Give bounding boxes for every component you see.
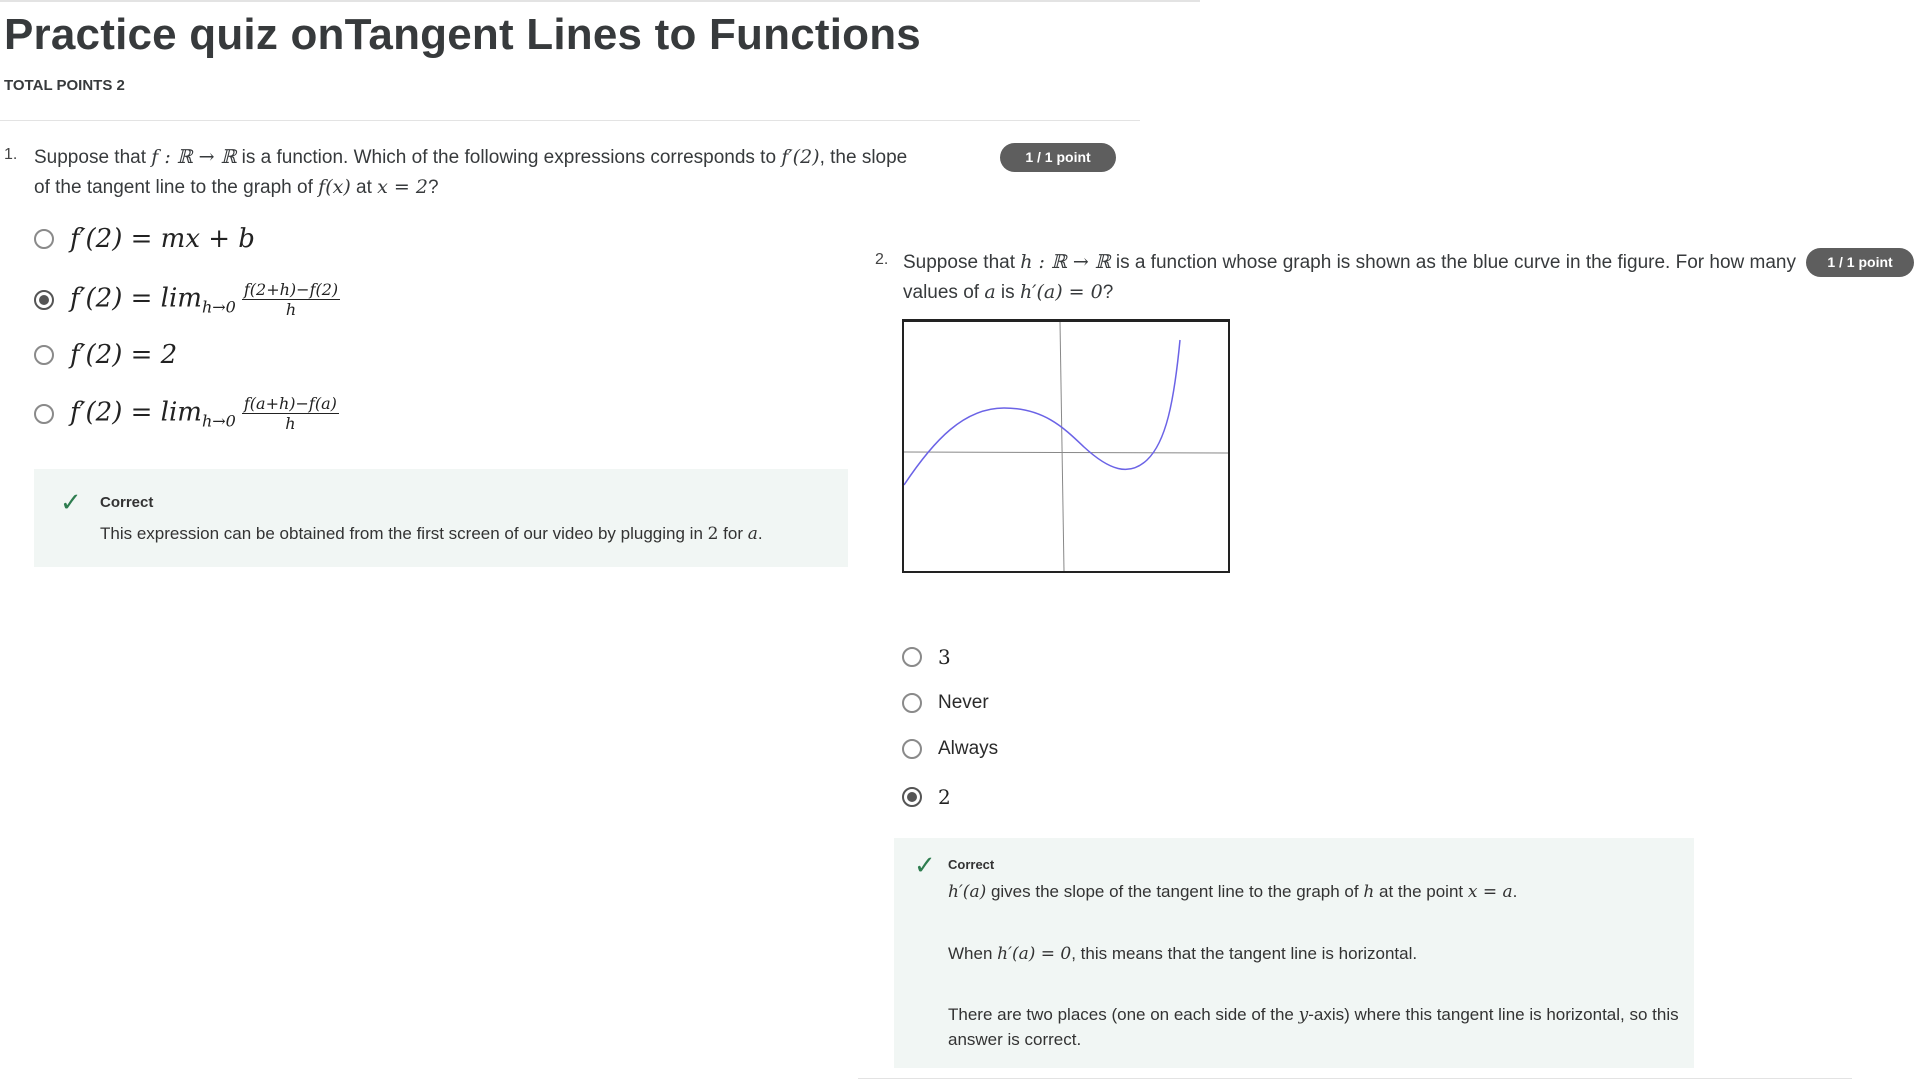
q2-text: ? xyxy=(1102,282,1114,303)
graph-svg xyxy=(903,321,1229,572)
top-divider xyxy=(0,0,1200,2)
feedback-math: 2 xyxy=(707,524,719,544)
feedback-text: for xyxy=(718,524,748,543)
fraction-denominator: h xyxy=(285,300,297,319)
q2-text: Suppose that xyxy=(903,252,1021,273)
q2-text: values of xyxy=(903,282,985,303)
q1-option-4[interactable]: f′(2) = limh→0 f(a+h)−f(a) h xyxy=(34,394,339,433)
option-lhs: f′(2) = lim xyxy=(70,283,202,314)
function-curve xyxy=(903,339,1181,486)
radio-button[interactable] xyxy=(902,739,922,759)
q1-option-3-label: f′(2) = 2 xyxy=(70,340,178,370)
radio-button-selected[interactable] xyxy=(902,787,922,807)
radio-button[interactable] xyxy=(902,647,922,667)
q2-option-2-label: Never xyxy=(938,692,989,713)
feedback-text: There are two places (one on each side o… xyxy=(948,1005,1299,1024)
checkmark-icon: ✓ xyxy=(60,487,82,517)
q2-text-line2: values of a is h′(a) = 0? xyxy=(903,277,1113,308)
q2-option-4-label: 2 xyxy=(938,785,951,809)
q1-text: Suppose that xyxy=(34,147,152,168)
q1-option-2[interactable]: f′(2) = limh→0 f(2+h)−f(2) h xyxy=(34,280,341,319)
q1-points-badge: 1 / 1 point xyxy=(1000,143,1116,172)
feedback-math: a xyxy=(747,524,758,544)
q2-feedback-p3-line1: There are two places (one on each side o… xyxy=(948,1003,1679,1027)
option-lhs: f′(2) = lim xyxy=(70,397,202,428)
q1-text-line1: Suppose that f : ℝ → ℝ is a function. Wh… xyxy=(34,142,994,173)
q2-math-h: h : ℝ → ℝ xyxy=(1020,251,1111,273)
q2-text-line1: Suppose that h : ℝ → ℝ is a function who… xyxy=(903,247,1796,278)
q1-option-3[interactable]: f′(2) = 2 xyxy=(34,340,177,370)
q2-feedback-p1: h′(a) gives the slope of the tangent lin… xyxy=(948,880,1517,904)
limit-subscript: h→0 xyxy=(201,411,236,431)
q1-math-x2: x = 2 xyxy=(377,176,428,198)
q2-option-1-label: 3 xyxy=(938,645,951,669)
q1-option-4-label: f′(2) = limh→0 f(a+h)−f(a) h xyxy=(70,394,339,433)
feedback-math: h xyxy=(1363,882,1375,902)
checkmark-icon: ✓ xyxy=(914,850,936,880)
fraction-numerator: f(2+h)−f(2) xyxy=(241,280,341,300)
q1-number: 1. xyxy=(4,146,18,163)
q1-text: , the slope xyxy=(819,147,908,168)
q1-feedback: ✓ Correct This expression can be obtaine… xyxy=(34,469,848,567)
q2-feedback-p3-line2: answer is correct. xyxy=(948,1030,1082,1049)
q2-option-1[interactable]: 3 xyxy=(902,645,951,669)
q2-feedback-title: Correct xyxy=(948,857,995,872)
feedback-math: h′(a) = 0 xyxy=(997,944,1072,964)
q2-points-badge: 1 / 1 point xyxy=(1806,248,1914,277)
q2-text: is a function whose graph is shown as th… xyxy=(1110,252,1796,273)
limit-subscript: h→0 xyxy=(201,297,236,317)
q2-option-2[interactable]: Never xyxy=(902,692,989,714)
feedback-text: at the point xyxy=(1374,882,1468,901)
feedback-math: y xyxy=(1298,1005,1309,1025)
q1-math-fx: f(x) xyxy=(318,176,351,198)
q2-option-3[interactable]: Always xyxy=(902,738,998,760)
q2-math-hpa: h′(a) = 0 xyxy=(1019,281,1103,303)
radio-button[interactable] xyxy=(34,229,54,249)
radio-button[interactable] xyxy=(34,345,54,365)
q1-feedback-title: Correct xyxy=(100,494,154,511)
q1-text: is a function. Which of the following ex… xyxy=(236,147,782,168)
feedback-math: h′(a) xyxy=(948,882,987,902)
q2-option-3-label: Always xyxy=(938,738,999,759)
q1-math-fp2: f′(2) xyxy=(781,146,820,168)
q1-text: of the tangent line to the graph of xyxy=(34,177,319,198)
feedback-text: This expression can be obtained from the… xyxy=(100,524,708,543)
header-divider xyxy=(0,120,1140,121)
feedback-text: . xyxy=(757,524,763,543)
radio-button-selected[interactable] xyxy=(34,289,54,310)
q2-feedback-p2: When h′(a) = 0, this means that the tang… xyxy=(948,942,1417,966)
total-points: TOTAL POINTS 2 xyxy=(4,77,125,94)
fraction-denominator: h xyxy=(285,414,296,433)
feedback-text: -axis) where this tangent line is horizo… xyxy=(1308,1005,1679,1024)
q1-feedback-text: This expression can be obtained from the… xyxy=(100,522,763,546)
feedback-text: gives the slope of the tangent line to t… xyxy=(986,882,1364,901)
q2-function-graph xyxy=(902,319,1230,573)
radio-button[interactable] xyxy=(34,403,54,424)
feedback-math: x = a xyxy=(1467,882,1513,902)
fraction-numerator: f(a+h)−f(a) xyxy=(241,394,339,414)
feedback-text: , this means that the tangent line is ho… xyxy=(1071,944,1418,963)
q2-text: is xyxy=(995,282,1020,303)
q1-text-line2: of the tangent line to the graph of f(x)… xyxy=(34,172,439,203)
q2-number: 2. xyxy=(875,251,889,268)
q2-option-4[interactable]: 2 xyxy=(902,785,951,809)
q1-option-1-label: f′(2) = mx + b xyxy=(70,224,255,254)
x-axis xyxy=(903,451,1229,454)
feedback-text: When xyxy=(948,944,998,963)
q2-math-a: a xyxy=(984,281,996,303)
radio-button[interactable] xyxy=(902,693,922,713)
page-title: Practice quiz onTangent Lines to Functio… xyxy=(4,10,921,59)
q1-text: at xyxy=(350,177,378,198)
fraction: f(a+h)−f(a) h xyxy=(241,394,339,433)
q2-feedback: ✓ Correct h′(a) gives the slope of the t… xyxy=(894,838,1694,1068)
fraction: f(2+h)−f(2) h xyxy=(241,280,341,319)
bottom-divider xyxy=(858,1078,1852,1079)
q1-text: ? xyxy=(427,177,439,198)
q1-option-1[interactable]: f′(2) = mx + b xyxy=(34,224,255,254)
feedback-text: . xyxy=(1512,882,1518,901)
q1-math-f: f : ℝ → ℝ xyxy=(151,146,237,168)
y-axis xyxy=(1059,321,1065,572)
q1-option-2-label: f′(2) = limh→0 f(2+h)−f(2) h xyxy=(70,280,341,319)
